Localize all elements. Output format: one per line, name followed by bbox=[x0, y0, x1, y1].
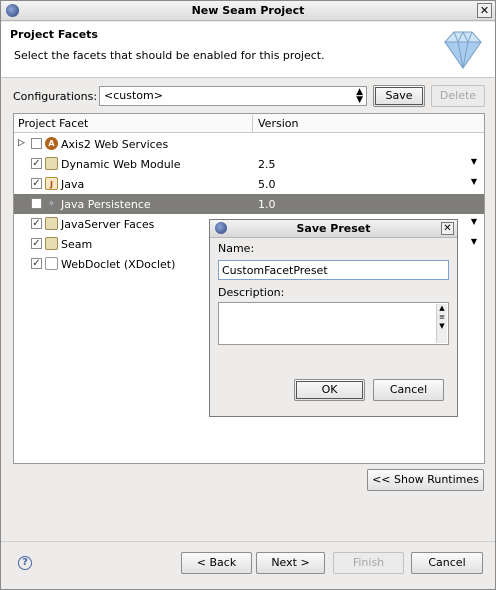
dialog-title-bar[interactable]: Save Preset ✕ bbox=[210, 220, 457, 238]
window-title: New Seam Project bbox=[191, 4, 305, 17]
save-configuration-button[interactable]: Save bbox=[373, 85, 425, 107]
axis2-icon: A bbox=[45, 137, 58, 150]
seam-icon bbox=[45, 237, 58, 250]
next-button[interactable]: Next > bbox=[256, 552, 325, 574]
web-module-icon bbox=[45, 157, 58, 170]
facet-row-java-persistence[interactable]: ✧ Java Persistence 1.0 bbox=[14, 194, 484, 214]
facet-name: JavaServer Faces bbox=[61, 218, 155, 231]
facet-name: WebDoclet (XDoclet) bbox=[61, 258, 176, 271]
facet-checkbox[interactable]: ✓ bbox=[31, 218, 42, 229]
facet-name: Java Persistence bbox=[61, 198, 151, 211]
configurations-label: Configurations: bbox=[13, 90, 98, 103]
column-header-project-facet[interactable]: Project Facet bbox=[18, 117, 88, 130]
new-seam-project-window: New Seam Project ✕ Project Facets Select… bbox=[0, 0, 496, 590]
dialog-ok-button[interactable]: OK bbox=[294, 379, 365, 401]
help-icon[interactable]: ? bbox=[18, 556, 32, 570]
facet-checkbox[interactable]: ✓ bbox=[31, 178, 42, 189]
expand-triangle-icon[interactable]: ▷ bbox=[18, 138, 25, 148]
dialog-title: Save Preset bbox=[296, 222, 371, 235]
facet-checkbox[interactable] bbox=[31, 198, 42, 209]
cancel-button[interactable]: Cancel bbox=[411, 552, 483, 574]
facet-row-axis2[interactable]: ▷ A Axis2 Web Services bbox=[14, 134, 484, 154]
dialog-cancel-button[interactable]: Cancel bbox=[373, 379, 444, 401]
page-subtitle: Select the facets that should be enabled… bbox=[14, 49, 325, 62]
facet-row-dynamic-web-module[interactable]: ✓ Dynamic Web Module 2.5 ▼ bbox=[14, 154, 484, 174]
facet-checkbox[interactable]: ✓ bbox=[31, 258, 42, 269]
facet-name: Dynamic Web Module bbox=[61, 158, 181, 171]
version-dropdown-icon[interactable]: ▼ bbox=[471, 157, 477, 166]
jpa-icon: ✧ bbox=[48, 199, 55, 208]
xdoclet-icon bbox=[45, 257, 58, 270]
window-close-button[interactable]: ✕ bbox=[477, 3, 492, 18]
facet-name: Seam bbox=[61, 238, 93, 251]
facet-checkbox[interactable]: ✓ bbox=[31, 238, 42, 249]
spinner-arrows-icon: ▲ ▼ bbox=[356, 87, 363, 105]
dialog-close-button[interactable]: ✕ bbox=[441, 222, 454, 235]
facet-name: Java bbox=[61, 178, 85, 191]
page-title: Project Facets bbox=[10, 28, 98, 41]
preset-name-input[interactable] bbox=[218, 260, 449, 280]
description-label: Description: bbox=[218, 286, 285, 299]
name-label: Name: bbox=[218, 242, 255, 255]
facet-checkbox[interactable] bbox=[31, 138, 42, 149]
jsf-icon bbox=[45, 217, 58, 230]
facet-version[interactable]: 1.0 bbox=[258, 198, 276, 211]
save-preset-dialog: Save Preset ✕ Name: Description: ▲≡▼ OK … bbox=[209, 219, 458, 417]
version-dropdown-icon[interactable]: ▼ bbox=[471, 217, 477, 226]
facet-version[interactable]: 5.0 bbox=[258, 178, 276, 191]
wizard-header: Project Facets Select the facets that sh… bbox=[1, 22, 495, 78]
facet-version[interactable]: 2.5 bbox=[258, 158, 276, 171]
description-scrollbar[interactable]: ▲ ≡ ▼ bbox=[436, 304, 447, 343]
diamond-icon bbox=[444, 30, 482, 69]
version-dropdown-icon[interactable]: ▼ bbox=[471, 237, 477, 246]
delete-configuration-button[interactable]: Delete bbox=[431, 85, 485, 107]
facet-checkbox[interactable]: ✓ bbox=[31, 158, 42, 169]
back-button[interactable]: < Back bbox=[181, 552, 252, 574]
configurations-value: <custom> bbox=[104, 89, 163, 102]
column-separator bbox=[252, 115, 253, 132]
finish-button[interactable]: Finish bbox=[333, 552, 404, 574]
java-icon: J bbox=[45, 177, 58, 190]
version-dropdown-icon[interactable]: ▼ bbox=[471, 177, 477, 186]
show-runtimes-button[interactable]: << Show Runtimes bbox=[367, 469, 484, 491]
title-bar[interactable]: New Seam Project ✕ bbox=[1, 1, 495, 21]
table-header: Project Facet Version bbox=[14, 114, 484, 133]
facet-name: Axis2 Web Services bbox=[61, 138, 169, 151]
configurations-select[interactable]: <custom> ▲ ▼ bbox=[99, 86, 367, 106]
preset-description-textarea[interactable]: ▲ ≡ ▼ bbox=[218, 302, 449, 345]
footer-divider bbox=[1, 541, 495, 542]
facet-row-java[interactable]: ✓ J Java 5.0 ▼ bbox=[14, 174, 484, 194]
column-header-version[interactable]: Version bbox=[258, 117, 298, 130]
